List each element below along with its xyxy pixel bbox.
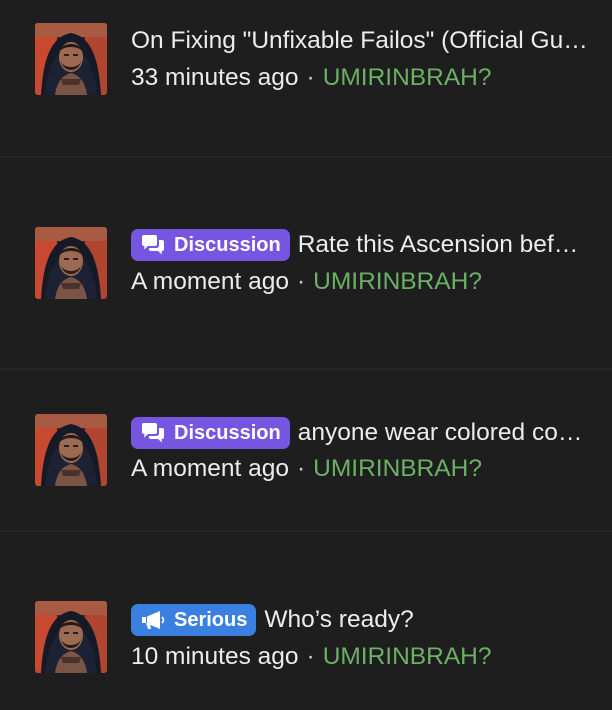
thread-author-link[interactable]: UMIRINBRAH? <box>313 268 482 296</box>
thread-item[interactable]: Discussion anyone wear colored contacts … <box>0 370 612 530</box>
meta-separator: · <box>306 64 315 91</box>
speech-bubbles-icon <box>140 422 166 444</box>
avatar[interactable] <box>35 601 107 673</box>
thread-feed: On Fixing "Unfixable Failos" (Official G… <box>0 0 612 710</box>
thread-title-row: Discussion anyone wear colored contacts … <box>131 416 590 450</box>
thread-title[interactable]: anyone wear colored contacts here? <box>298 419 590 447</box>
badge-label: Discussion <box>174 233 281 256</box>
serious-badge[interactable]: Serious <box>131 604 257 636</box>
thread-item[interactable]: On Fixing "Unfixable Failos" (Official G… <box>0 0 612 156</box>
thread-time: 33 minutes ago <box>131 64 299 91</box>
thread-time: A moment ago <box>131 455 289 482</box>
thread-title-row: On Fixing "Unfixable Failos" (Official G… <box>131 24 590 58</box>
thread-author-link[interactable]: UMIRINBRAH? <box>323 643 492 671</box>
badge-label: Discussion <box>174 421 281 444</box>
thread-time: 10 minutes ago <box>131 643 299 670</box>
thread-title[interactable]: Who’s ready? <box>264 606 590 634</box>
thread-title-row: Discussion Rate this Ascension before an… <box>131 228 590 262</box>
thread-item[interactable]: Serious Who’s ready? 10 minutes ago · UM… <box>0 532 612 710</box>
thread-meta: 10 minutes ago · UMIRINBRAH? <box>131 641 592 673</box>
meta-separator: · <box>296 268 306 295</box>
thread-time: A moment ago <box>131 268 289 295</box>
thread-meta: 33 minutes ago · UMIRINBRAH? <box>131 62 592 94</box>
thread-author-link[interactable]: UMIRINBRAH? <box>313 455 482 483</box>
discussion-badge[interactable]: Discussion <box>131 229 290 261</box>
thread-meta: A moment ago · UMIRINBRAH? <box>131 266 592 298</box>
discussion-badge[interactable]: Discussion <box>131 417 290 449</box>
meta-separator: · <box>306 643 315 670</box>
badge-label: Serious <box>174 608 248 631</box>
avatar[interactable] <box>35 23 107 95</box>
thread-title[interactable]: On Fixing "Unfixable Failos" (Official G… <box>131 27 590 55</box>
thread-author-link[interactable]: UMIRINBRAH? <box>323 64 492 92</box>
thread-title[interactable]: Rate this Ascension before and after <box>298 231 590 259</box>
meta-separator: · <box>296 455 306 482</box>
megaphone-icon <box>140 609 166 631</box>
avatar[interactable] <box>35 227 107 299</box>
avatar[interactable] <box>35 414 107 486</box>
thread-item[interactable]: Discussion Rate this Ascension before an… <box>0 158 612 368</box>
speech-bubbles-icon <box>140 234 166 256</box>
thread-title-row: Serious Who’s ready? <box>131 603 590 637</box>
thread-meta: A moment ago · UMIRINBRAH? <box>131 453 592 485</box>
